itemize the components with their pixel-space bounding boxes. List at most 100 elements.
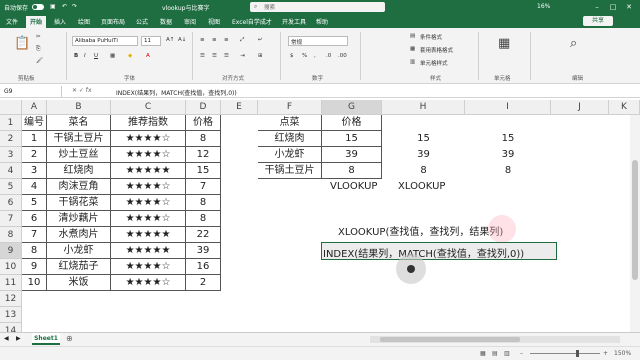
align-bottom-icon[interactable]: ≡ xyxy=(224,37,229,43)
zoom-slider[interactable] xyxy=(530,353,600,354)
comma-icon[interactable]: , xyxy=(314,53,316,59)
fx-icon[interactable]: ✕ ✓ fx xyxy=(72,87,92,94)
orientation-icon[interactable]: ⤢ xyxy=(240,37,244,44)
column-header[interactable]: D xyxy=(186,100,221,115)
number-format-combo[interactable]: 常规 xyxy=(288,36,348,46)
table-cell[interactable]: 7 xyxy=(22,227,47,243)
row-header[interactable]: 11 xyxy=(0,275,22,291)
font-size-combo[interactable]: 11 xyxy=(141,36,161,46)
align-right-icon[interactable]: ☰ xyxy=(224,53,229,59)
table-format-button[interactable]: 套用表格格式 xyxy=(420,46,453,54)
border-icon[interactable]: ▦ xyxy=(110,53,115,59)
table-cell[interactable]: 6 xyxy=(22,211,47,227)
table-cell[interactable]: 8 xyxy=(186,195,221,211)
column-header[interactable]: C xyxy=(111,100,186,115)
row-header[interactable]: 6 xyxy=(0,195,22,211)
cells-icon[interactable]: ▦ xyxy=(498,36,510,51)
conditional-format-icon[interactable]: ▤ xyxy=(410,33,415,39)
italic-icon[interactable]: I xyxy=(84,53,86,59)
table-cell[interactable]: 4 xyxy=(22,179,47,195)
vlookup-label[interactable]: VLOOKUP xyxy=(330,181,377,192)
result-cell[interactable]: 8 xyxy=(382,163,465,179)
row-header[interactable]: 8 xyxy=(0,227,22,243)
bold-icon[interactable]: B xyxy=(74,53,78,59)
result-cell[interactable]: 15 xyxy=(465,131,551,147)
tab-page-layout[interactable]: 页面布局 xyxy=(101,17,125,26)
currency-icon[interactable]: $ xyxy=(290,53,294,59)
table-cell[interactable]: 炒土豆丝 xyxy=(47,147,111,163)
row-header[interactable]: 1 xyxy=(0,115,22,131)
table-cell[interactable]: 小龙虾 xyxy=(47,243,111,259)
tab-insert[interactable]: 插入 xyxy=(54,17,66,26)
wrap-text-icon[interactable]: ↵ xyxy=(258,37,263,43)
result-cell[interactable]: 39 xyxy=(465,147,551,163)
table-cell[interactable]: ★★★★★ xyxy=(111,227,186,243)
result-cell[interactable]: 15 xyxy=(382,131,465,147)
redo-icon[interactable]: ↷ xyxy=(72,3,77,10)
tab-file[interactable]: 文件 xyxy=(6,17,18,26)
result-cell[interactable]: 39 xyxy=(382,147,465,163)
table-cell[interactable]: ★★★★☆ xyxy=(111,195,186,211)
shrink-font-icon[interactable]: A↓ xyxy=(178,37,186,43)
tab-draw[interactable]: 绘图 xyxy=(78,17,90,26)
row-header[interactable]: 13 xyxy=(0,307,22,323)
font-name-combo[interactable]: Alibaba PuHuiTi xyxy=(72,36,138,46)
row-header[interactable]: 10 xyxy=(0,259,22,275)
autosave-toggle[interactable] xyxy=(32,4,44,10)
zoom-level[interactable]: 150% xyxy=(614,350,631,357)
table-cell[interactable]: 15 xyxy=(186,163,221,179)
column-header[interactable]: I xyxy=(465,100,551,115)
table-cell[interactable]: ★★★★★ xyxy=(111,243,186,259)
paste-icon[interactable]: 📋 xyxy=(14,36,30,51)
table-cell[interactable]: 红烧茄子 xyxy=(47,259,111,275)
column-header[interactable]: F xyxy=(258,100,322,115)
undo-icon[interactable]: ↶ xyxy=(62,3,67,10)
table-header-cell[interactable]: 推荐指数 xyxy=(111,115,186,131)
fill-color-icon[interactable]: ◆ xyxy=(128,53,132,59)
table-cell[interactable]: 10 xyxy=(22,275,47,291)
column-header[interactable]: H xyxy=(382,100,465,115)
table-header-cell[interactable]: 价格 xyxy=(186,115,221,131)
tab-data[interactable]: 数据 xyxy=(160,17,172,26)
xlookup-formula-text[interactable]: XLOOKUP(查找值，查找列，结果列) xyxy=(338,223,503,238)
worksheet-grid[interactable]: A B C D E F G H I J K 1 2 3 4 5 6 7 8 9 … xyxy=(0,100,640,332)
tab-developer[interactable]: 开发工具 xyxy=(282,17,306,26)
view-normal-icon[interactable]: ▦ xyxy=(480,350,486,357)
copy-icon[interactable]: ⎘ xyxy=(36,46,40,53)
cut-icon[interactable]: ✂ xyxy=(36,34,41,40)
row-header[interactable]: 5 xyxy=(0,179,22,195)
table-cell[interactable]: 12 xyxy=(186,147,221,163)
underline-icon[interactable]: U xyxy=(94,53,98,59)
maximize-icon[interactable]: □ xyxy=(606,1,620,13)
table-header-cell[interactable]: 点菜 xyxy=(258,115,322,131)
table-cell[interactable]: 米饭 xyxy=(47,275,111,291)
find-icon[interactable]: ⌕ xyxy=(570,36,577,51)
merge-icon[interactable]: ⊞ xyxy=(258,53,263,59)
table-cell[interactable]: ★★★★☆ xyxy=(111,259,186,275)
indent-icon[interactable]: ⇥ xyxy=(240,53,245,59)
table-cell[interactable]: ★★★★★ xyxy=(111,163,186,179)
table-cell[interactable]: 干锅土豆片 xyxy=(258,163,322,179)
align-center-icon[interactable]: ☰ xyxy=(212,53,217,59)
table-cell[interactable]: 干锅花菜 xyxy=(47,195,111,211)
table-cell[interactable]: 清炒藕片 xyxy=(47,211,111,227)
table-cell[interactable]: 3 xyxy=(22,163,47,179)
table-cell[interactable]: ★★★★☆ xyxy=(111,179,186,195)
table-cell[interactable]: 2 xyxy=(22,147,47,163)
tab-custom[interactable]: Excel自学成才 xyxy=(232,17,272,26)
table-cell[interactable]: 2 xyxy=(186,275,221,291)
table-cell[interactable]: 水煮肉片 xyxy=(47,227,111,243)
table-header-cell[interactable]: 价格 xyxy=(322,115,382,131)
table-cell[interactable]: 小龙虾 xyxy=(258,147,322,163)
sheet-tab[interactable]: Sheet1 xyxy=(32,333,60,345)
font-color-icon[interactable]: A xyxy=(146,53,150,59)
share-button[interactable]: 共享 xyxy=(583,16,613,26)
table-cell[interactable]: 8 xyxy=(186,131,221,147)
table-cell[interactable]: 红烧肉 xyxy=(258,131,322,147)
tab-review[interactable]: 审阅 xyxy=(184,17,196,26)
tab-view[interactable]: 视图 xyxy=(208,17,220,26)
minimize-icon[interactable]: – xyxy=(590,1,604,13)
table-cell[interactable]: 红烧肉 xyxy=(47,163,111,179)
grow-font-icon[interactable]: A↑ xyxy=(166,37,174,43)
align-middle-icon[interactable]: ≡ xyxy=(212,37,217,43)
